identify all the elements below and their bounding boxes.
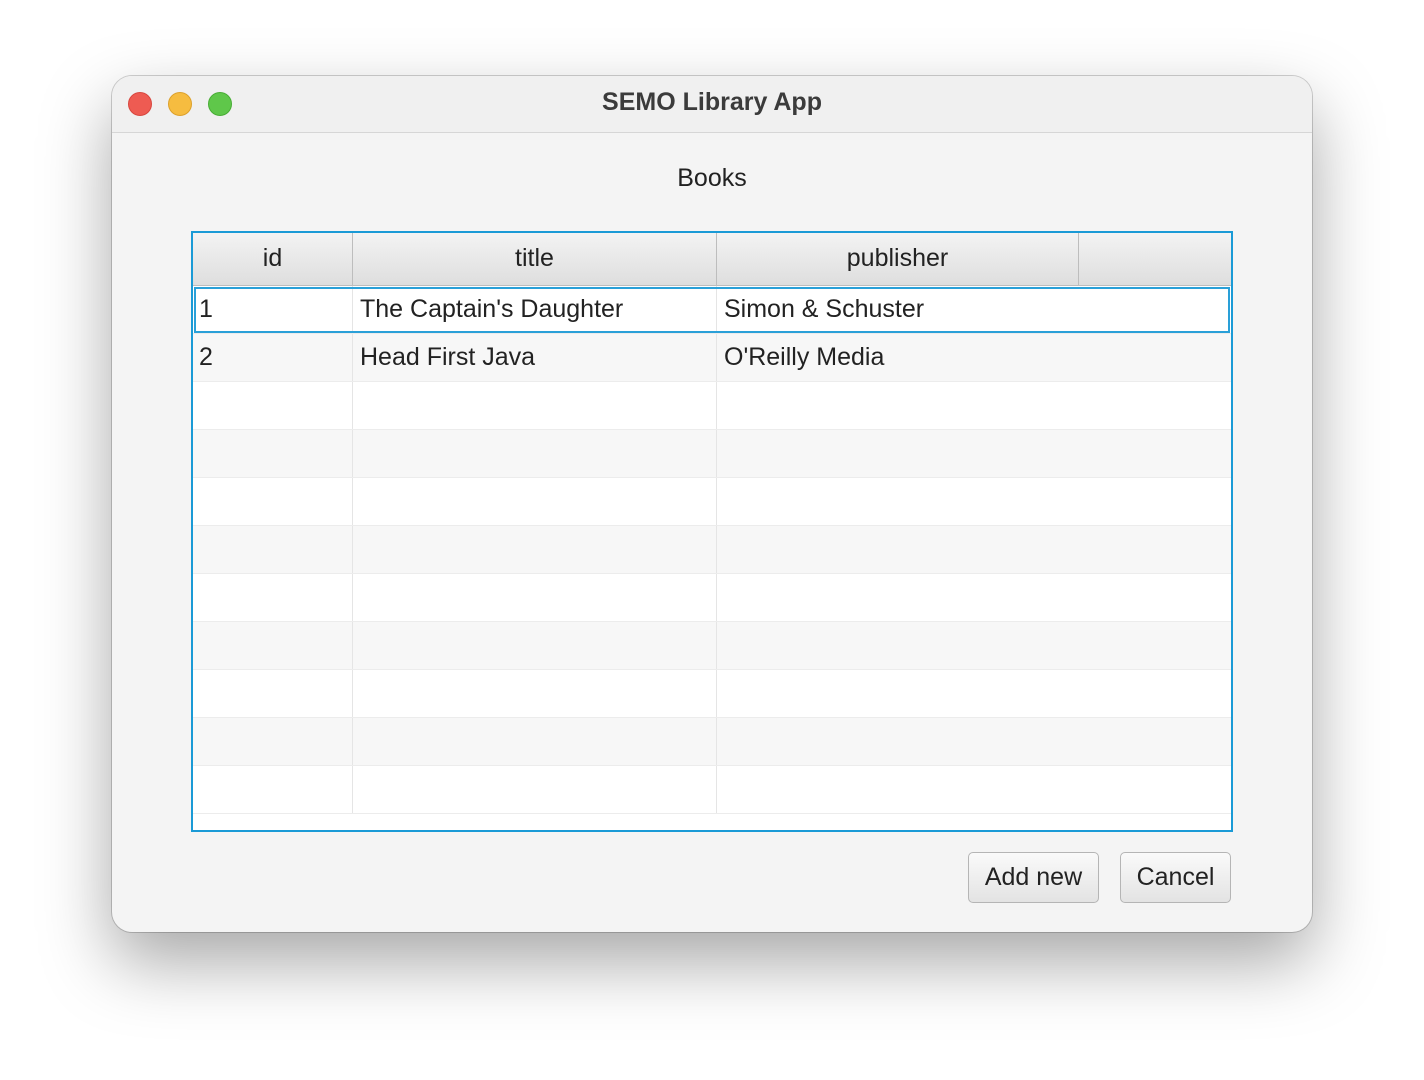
- table-row[interactable]: 1 The Captain's Daughter Simon & Schuste…: [193, 286, 1231, 334]
- cell-title[interactable]: The Captain's Daughter: [353, 286, 717, 333]
- column-header-publisher[interactable]: publisher: [717, 233, 1079, 285]
- empty-cell: [717, 718, 1231, 765]
- empty-cell: [717, 478, 1231, 525]
- cell-id[interactable]: 1: [193, 286, 353, 333]
- empty-cell: [717, 670, 1231, 717]
- table-row[interactable]: 2 Head First Java O'Reilly Media: [193, 334, 1231, 382]
- column-header-title[interactable]: title: [353, 233, 717, 285]
- table-header: id title publisher: [193, 233, 1231, 286]
- empty-table-row: [193, 718, 1231, 766]
- empty-cell: [193, 766, 353, 813]
- empty-cell: [353, 382, 717, 429]
- empty-cell: [193, 526, 353, 573]
- empty-cell: [353, 766, 717, 813]
- empty-cell: [353, 430, 717, 477]
- books-label: Books: [677, 164, 747, 192]
- empty-cell: [717, 622, 1231, 669]
- empty-cell: [193, 478, 353, 525]
- table-body: 1 The Captain's Daughter Simon & Schuste…: [193, 286, 1231, 814]
- empty-table-row: [193, 574, 1231, 622]
- cancel-button[interactable]: Cancel: [1120, 852, 1231, 903]
- empty-cell: [193, 574, 353, 621]
- app-window: SEMO Library App Books id title publishe…: [112, 76, 1312, 932]
- title-bar[interactable]: SEMO Library App: [112, 76, 1312, 133]
- empty-cell: [717, 382, 1231, 429]
- cell-title[interactable]: Head First Java: [353, 334, 717, 381]
- window-title: SEMO Library App: [602, 88, 822, 116]
- empty-cell: [717, 574, 1231, 621]
- empty-cell: [353, 670, 717, 717]
- empty-table-row: [193, 670, 1231, 718]
- empty-cell: [193, 718, 353, 765]
- column-header-id[interactable]: id: [193, 233, 353, 285]
- empty-cell: [717, 766, 1231, 813]
- empty-cell: [193, 382, 353, 429]
- add-new-button[interactable]: Add new: [968, 852, 1099, 903]
- empty-cell: [353, 574, 717, 621]
- empty-cell: [353, 526, 717, 573]
- empty-table-row: [193, 478, 1231, 526]
- empty-table-row: [193, 382, 1231, 430]
- cell-publisher[interactable]: Simon & Schuster: [717, 286, 1231, 333]
- cell-id[interactable]: 2: [193, 334, 353, 381]
- cell-publisher[interactable]: O'Reilly Media: [717, 334, 1231, 381]
- empty-cell: [193, 430, 353, 477]
- empty-cell: [353, 622, 717, 669]
- empty-cell: [193, 622, 353, 669]
- column-header-filler: [1079, 233, 1231, 285]
- empty-cell: [717, 526, 1231, 573]
- empty-table-row: [193, 526, 1231, 574]
- empty-table-row: [193, 430, 1231, 478]
- empty-table-row: [193, 622, 1231, 670]
- empty-cell: [353, 478, 717, 525]
- empty-cell: [717, 430, 1231, 477]
- empty-cell: [353, 718, 717, 765]
- empty-table-row: [193, 766, 1231, 814]
- empty-cell: [193, 670, 353, 717]
- books-table[interactable]: id title publisher 1 The Captain's Daugh…: [191, 231, 1233, 832]
